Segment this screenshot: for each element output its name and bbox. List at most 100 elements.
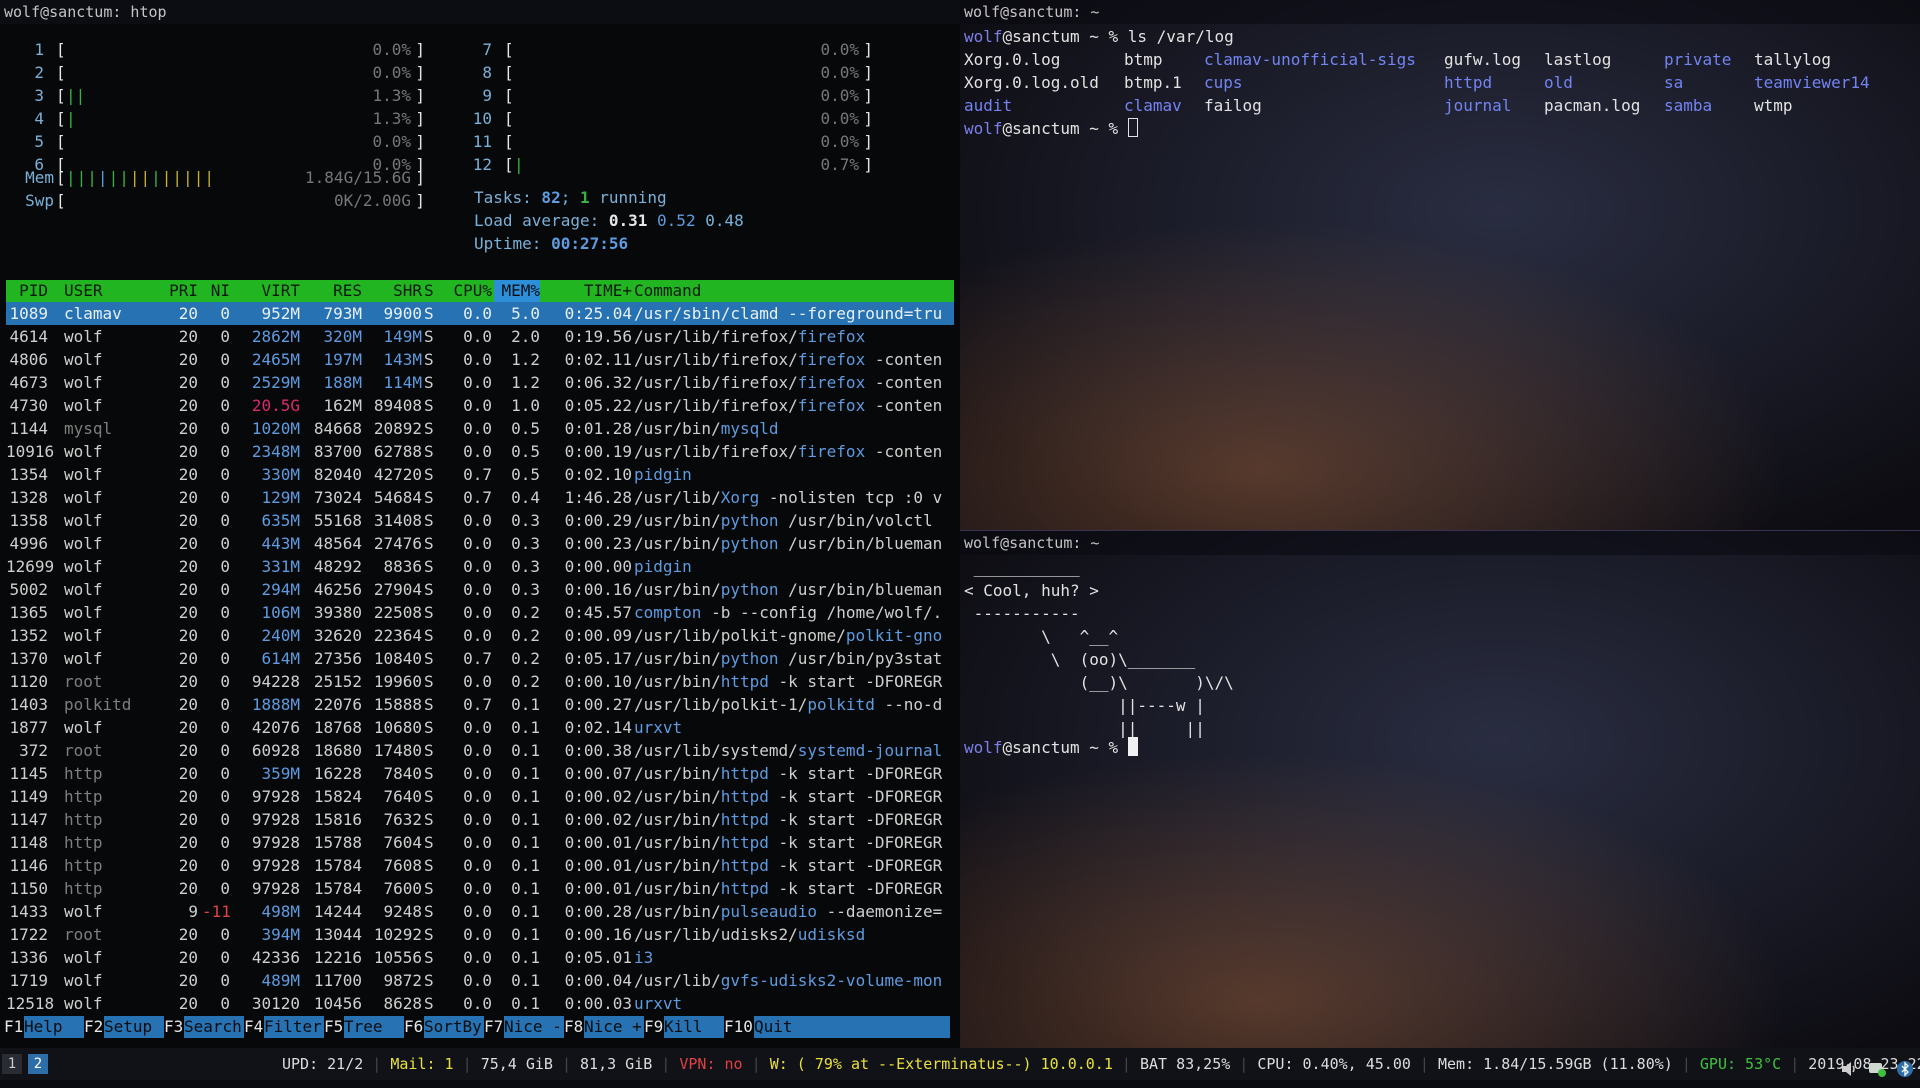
process-row[interactable]: 1150 http 20 0 97928 15784 7600 S 0.0 0.1 0:00.01/… bbox=[6, 877, 954, 900]
fkey-f3[interactable]: F3 bbox=[164, 1016, 184, 1038]
command-args: -k start -DFOREGR bbox=[768, 810, 943, 829]
process-row[interactable]: 1370 wolf 20 0 614M 27356 10840 S 0.7 0.2 0:05.17/… bbox=[6, 647, 954, 670]
fkey-label-tree[interactable]: Tree bbox=[344, 1016, 404, 1038]
column-header-pid[interactable]: PID bbox=[6, 280, 48, 302]
fkey-label-filter[interactable]: Filter bbox=[264, 1016, 324, 1038]
process-row[interactable]: 1719 wolf 20 0 489M 11700 9872 S 0.0 0.1 0:00.04/u… bbox=[6, 969, 954, 992]
process-row[interactable]: 1433 wolf 9 -11 498M 14244 9248 S 0.0 0.1 0:00.28/… bbox=[6, 900, 954, 923]
process-row[interactable]: 4996 wolf 20 0 443M 48564 27476 S 0.0 0.3 0:00.23/… bbox=[6, 532, 954, 555]
fkey-f2[interactable]: F2 bbox=[84, 1016, 104, 1038]
process-virt: 42076 bbox=[251, 718, 300, 737]
process-pri: 20 bbox=[178, 488, 198, 507]
fkey-f6[interactable]: F6 bbox=[404, 1016, 424, 1038]
process-mem: 0.1 bbox=[511, 856, 540, 875]
process-row[interactable]: 1722 root 20 0 394M 13044 10292 S 0.0 0.1 0:00.16/… bbox=[6, 923, 954, 946]
column-header-cpu[interactable]: CPU% bbox=[444, 280, 492, 302]
process-row[interactable]: 1352 wolf 20 0 240M 32620 22364 S 0.0 0.2 0:00.09/… bbox=[6, 624, 954, 647]
process-s: S bbox=[424, 718, 434, 737]
process-row[interactable]: 1120 root 20 0 94228 25152 19960 S 0.0 0.2 0:00.10… bbox=[6, 670, 954, 693]
fkey-label-setup[interactable]: Setup bbox=[104, 1016, 164, 1038]
function-key-bar[interactable]: F1 Help F2 Setup F3 Search F4 Filter F5 Tree F6 Sor… bbox=[0, 1016, 960, 1038]
fkey-f5[interactable]: F5 bbox=[324, 1016, 344, 1038]
process-row[interactable]: 1403 polkitd 20 0 1888M 22076 15888 S 0.7 0.1 0:00… bbox=[6, 693, 954, 716]
process-row[interactable]: 1147 http 20 0 97928 15816 7632 S 0.0 0.1 0:00.02/… bbox=[6, 808, 954, 831]
fkey-f10[interactable]: F10 bbox=[724, 1016, 753, 1038]
process-row[interactable]: 1146 http 20 0 97928 15784 7608 S 0.0 0.1 0:00.01/… bbox=[6, 854, 954, 877]
fkey-f9[interactable]: F9 bbox=[644, 1016, 664, 1038]
process-row[interactable]: 1336 wolf 20 0 42336 12216 10556 S 0.0 0.1 0:05.01… bbox=[6, 946, 954, 969]
prompt-line[interactable]: wolf@sanctum ~ % bbox=[964, 736, 1138, 759]
process-row[interactable]: 12518 wolf 20 0 30120 10456 8628 S 0.0 0.1 0:00.03… bbox=[6, 992, 954, 1015]
process-ni: 0 bbox=[220, 948, 230, 967]
process-row[interactable]: 1145 http 20 0 359M 16228 7840 S 0.0 0.1 0:00.07/u… bbox=[6, 762, 954, 785]
process-row[interactable]: 1354 wolf 20 0 330M 82040 42720 S 0.7 0.5 0:02.10 p… bbox=[6, 463, 954, 486]
process-mem: 0.5 bbox=[511, 465, 540, 484]
fkey-label-kill[interactable]: Kill bbox=[664, 1016, 724, 1038]
column-header-res[interactable]: RES bbox=[302, 280, 362, 302]
column-header-pri[interactable]: PRI bbox=[166, 280, 198, 302]
command-args: -conten bbox=[865, 396, 943, 415]
process-row[interactable]: 1144 mysql 20 0 1020M 84668 20892 S 0.0 0.5 0:01.2… bbox=[6, 417, 954, 440]
process-time: 0:00.29 bbox=[564, 511, 632, 530]
prompt-line[interactable]: wolf@sanctum ~ % bbox=[964, 117, 1138, 140]
fkey-label-help[interactable]: Help bbox=[24, 1016, 84, 1038]
command-args: --foreground=tru bbox=[778, 304, 943, 323]
process-shr: 54684 bbox=[373, 488, 422, 507]
process-row[interactable]: 4673 wolf 20 0 2529M 188M 114M S 0.0 1.2 0:06.32/u… bbox=[6, 371, 954, 394]
bluetooth-icon[interactable] bbox=[1896, 1056, 1914, 1077]
fkey-label-quit[interactable]: Quit bbox=[754, 1016, 950, 1038]
column-header-user[interactable]: USER bbox=[64, 280, 103, 302]
process-row[interactable]: 1358 wolf 20 0 635M 55168 31408 S 0.0 0.3 0:00.29/… bbox=[6, 509, 954, 532]
fkey-label-nice[interactable]: Nice - bbox=[504, 1016, 564, 1038]
process-table-header[interactable]: PID USER PRI NI VIRT RES SHR S CPU% MEM% TIME+ Comm… bbox=[6, 280, 954, 302]
htop-window[interactable]: wolf@sanctum: htop 1[0.0%] 2[0.0%] 3[|| 1.3… bbox=[0, 0, 960, 1048]
process-row[interactable]: 5002 wolf 20 0 294M 46256 27904 S 0.0 0.3 0:00.16/… bbox=[6, 578, 954, 601]
terminal-window-bottom[interactable]: wolf@sanctum: ~ ___________ < Cool, huh? … bbox=[960, 530, 1920, 1049]
process-row[interactable]: 1148 http 20 0 97928 15788 7604 S 0.0 0.1 0:00.01/… bbox=[6, 831, 954, 854]
process-row[interactable]: 1877 wolf 20 0 42076 18768 10680 S 0.0 0.1 0:02.14… bbox=[6, 716, 954, 739]
process-row[interactable]: 10916 wolf 20 0 2348M 83700 62788 S 0.0 0.5 0:00.1… bbox=[6, 440, 954, 463]
process-cpu: 0.0 bbox=[463, 396, 492, 415]
process-row[interactable]: 1365 wolf 20 0 106M 39380 22508 S 0.0 0.2 0:45.57 c… bbox=[6, 601, 954, 624]
terminal-window-top[interactable]: wolf@sanctum: ~ wolf@sanctum ~ % ls /var… bbox=[960, 0, 1920, 530]
process-res: 83700 bbox=[313, 442, 362, 461]
process-pri: 20 bbox=[178, 327, 198, 346]
column-header-time[interactable]: TIME+ bbox=[546, 280, 632, 302]
process-res: 84668 bbox=[313, 419, 362, 438]
fkey-f4[interactable]: F4 bbox=[244, 1016, 264, 1038]
process-virt: 498M bbox=[261, 902, 300, 921]
process-row[interactable]: 372 root 20 0 60928 18680 17480 S 0.0 0.1 0:00.38/… bbox=[6, 739, 954, 762]
column-header-mem[interactable]: MEM% bbox=[494, 280, 540, 302]
column-header-command[interactable]: Command bbox=[634, 280, 701, 302]
process-pid: 1146 bbox=[9, 856, 48, 875]
process-row[interactable]: 4730 wolf 20 0 20.5G 162M 89408 S 0.0 1.0 0:05.22/… bbox=[6, 394, 954, 417]
fkey-label-nice[interactable]: Nice + bbox=[584, 1016, 644, 1038]
column-header-virt[interactable]: VIRT bbox=[234, 280, 300, 302]
column-header-s[interactable]: S bbox=[424, 280, 434, 302]
process-pid: 1433 bbox=[9, 902, 48, 921]
status-separator: | bbox=[1230, 1055, 1258, 1073]
process-row[interactable]: 1089 clamav 20 0 952M 793M 9900 S 0.0 5.0 0:25.04/… bbox=[6, 302, 954, 325]
process-row[interactable]: 1149 http 20 0 97928 15824 7640 S 0.0 0.1 0:00.02/… bbox=[6, 785, 954, 808]
command-program: clamd bbox=[730, 304, 779, 323]
fkey-f7[interactable]: F7 bbox=[484, 1016, 504, 1038]
process-row[interactable]: 12699 wolf 20 0 331M 48292 8836 S 0.0 0.3 0:00.00 p… bbox=[6, 555, 954, 578]
process-shr: 17480 bbox=[373, 741, 422, 760]
chat-icon[interactable] bbox=[1868, 1056, 1886, 1077]
process-mem: 0.3 bbox=[511, 580, 540, 599]
column-header-ni[interactable]: NI bbox=[202, 280, 230, 302]
file-entry: failog bbox=[1204, 96, 1262, 115]
column-header-shr[interactable]: SHR bbox=[364, 280, 422, 302]
command-args: -conten bbox=[865, 350, 943, 369]
workspace-1-button[interactable]: 1 bbox=[2, 1054, 22, 1074]
fkey-label-sortby[interactable]: SortBy bbox=[424, 1016, 484, 1038]
fkey-label-search[interactable]: Search bbox=[184, 1016, 244, 1038]
process-row[interactable]: 4614 wolf 20 0 2862M 320M 149M S 0.0 2.0 0:19.56/u… bbox=[6, 325, 954, 348]
volume-icon[interactable] bbox=[1840, 1056, 1858, 1076]
process-row[interactable]: 4806 wolf 20 0 2465M 197M 143M S 0.0 1.2 0:02.11/u… bbox=[6, 348, 954, 371]
process-row[interactable]: 1328 wolf 20 0 129M 73024 54684 S 0.7 0.4 1:46.28/… bbox=[6, 486, 954, 509]
fkey-f8[interactable]: F8 bbox=[564, 1016, 584, 1038]
fkey-f1[interactable]: F1 bbox=[4, 1016, 24, 1038]
workspace-2-button[interactable]: 2 bbox=[28, 1054, 48, 1074]
bracket-open: [ bbox=[56, 86, 66, 105]
